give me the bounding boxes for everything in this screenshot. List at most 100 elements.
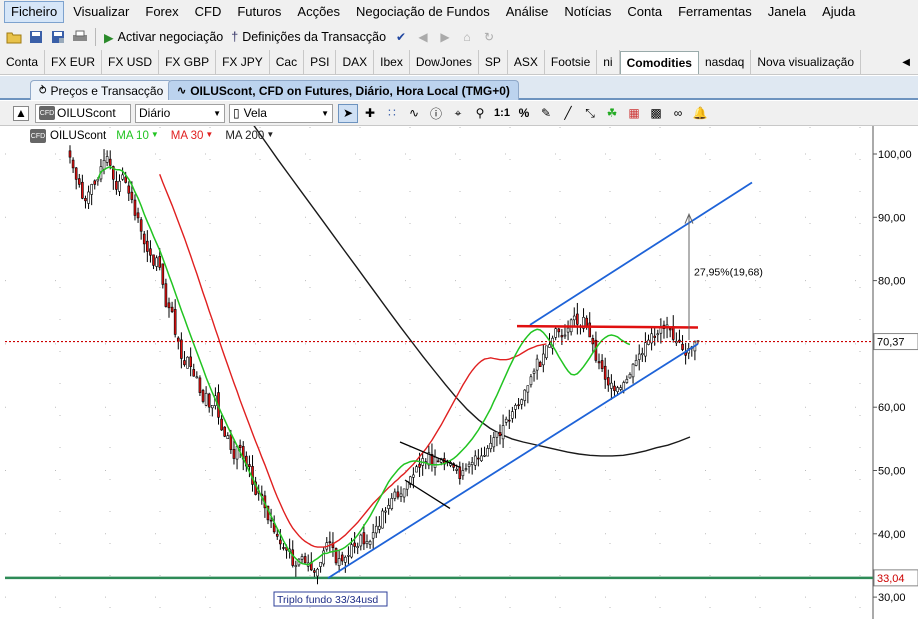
candle-body: [71, 159, 75, 169]
instrument-tab-1[interactable]: FX EUR: [45, 50, 103, 74]
instrument-tab-16[interactable]: Nova visualização: [751, 50, 862, 74]
settings-icon: †: [231, 30, 239, 44]
candle-body: [102, 160, 106, 170]
menu-item-10[interactable]: Ferramentas: [671, 1, 759, 23]
menu-item-11[interactable]: Janela: [761, 1, 813, 23]
candle-body: [390, 498, 394, 510]
candle-body: [180, 339, 183, 359]
home-icon[interactable]: ⌂: [458, 28, 476, 46]
instrument-tab-12[interactable]: Footsie: [545, 50, 598, 74]
info-icon[interactable]: ⓘ: [426, 104, 446, 123]
refresh-icon[interactable]: ↻: [480, 28, 498, 46]
candle-body: [526, 385, 530, 393]
zoom-icon[interactable]: ⚲: [470, 104, 490, 123]
menu-item-12[interactable]: Ajuda: [815, 1, 862, 23]
chart-background: [0, 126, 918, 619]
instrument-tab-15[interactable]: nasdaq: [699, 50, 752, 74]
instrument-tab-8[interactable]: Ibex: [374, 50, 410, 74]
legend-ma10[interactable]: MA 10 ▼: [116, 130, 167, 142]
compare-icon[interactable]: ▦: [624, 104, 644, 123]
candle-body: [232, 449, 236, 459]
instrument-tab-5[interactable]: Cac: [270, 50, 305, 74]
candle-body: [393, 491, 397, 499]
resistance-line[interactable]: [516, 324, 699, 329]
cfd-badge: CFD: [30, 129, 46, 143]
indicator-icon[interactable]: ∿: [404, 104, 424, 123]
back-icon[interactable]: ◀: [414, 28, 432, 46]
scale-button[interactable]: 1:1: [492, 104, 512, 123]
candle-body: [554, 328, 557, 338]
draw-line-icon[interactable]: ╱: [558, 104, 578, 123]
instrument-tab-9[interactable]: DowJones: [410, 50, 479, 74]
candle-body: [124, 176, 127, 183]
template-icon[interactable]: ▩: [646, 104, 666, 123]
instrument-tab-13[interactable]: ni: [597, 50, 620, 74]
fit-icon[interactable]: ⤡: [580, 104, 600, 123]
candle-body: [631, 363, 635, 378]
instrument-tab-0[interactable]: Conta: [0, 50, 46, 74]
menu-item-6[interactable]: Negociação de Fundos: [349, 1, 497, 23]
checkmark-icon[interactable]: ✔: [392, 28, 410, 46]
candle-body: [387, 505, 390, 509]
instrument-field[interactable]: CFD OILUScont: [35, 103, 131, 123]
alert-icon[interactable]: 🔔: [690, 104, 710, 123]
menu-item-0[interactable]: Ficheiro: [4, 1, 65, 23]
instrument-tab-3[interactable]: FX GBP: [159, 50, 217, 74]
open-folder-icon[interactable]: [5, 28, 23, 46]
chart-type-select[interactable]: ▯ Vela ▼: [229, 103, 333, 123]
chevron-down-icon: ▼: [213, 108, 221, 118]
instrument-tab-4[interactable]: FX JPY: [216, 50, 270, 74]
instrument-tab-7[interactable]: DAX: [336, 50, 375, 74]
candle-body: [353, 542, 356, 547]
instrument-tab-11[interactable]: ASX: [508, 50, 545, 74]
save-as-icon[interactable]: [49, 28, 67, 46]
candle-body: [486, 448, 489, 457]
activate-trading-label: Activar negociação: [117, 30, 224, 44]
price-tick-label: 90,00: [878, 212, 906, 224]
color-icon[interactable]: ☘: [602, 104, 622, 123]
print-icon[interactable]: [71, 28, 89, 46]
tab-prices[interactable]: ⥁ Preços e Transacção: [30, 80, 173, 100]
ruler-icon[interactable]: ✎: [536, 104, 556, 123]
legend-ma200[interactable]: MA 200 ▼: [225, 130, 282, 142]
grid-icon[interactable]: ∷: [382, 104, 402, 123]
menu-item-3[interactable]: CFD: [188, 1, 229, 23]
candle-body: [399, 493, 403, 497]
candle-body: [656, 333, 660, 336]
instrument-tab-14[interactable]: Comodities: [619, 51, 699, 74]
menu-item-4[interactable]: Futuros: [230, 1, 288, 23]
collapse-toolbar-icon[interactable]: ▲: [13, 105, 29, 121]
save-icon[interactable]: [27, 28, 45, 46]
candle-body: [455, 468, 459, 471]
trade-settings-label: Definições da Transacção: [242, 30, 387, 44]
cursor-icon[interactable]: ➤: [338, 103, 358, 123]
candle-body: [207, 393, 211, 408]
forward-icon[interactable]: ▶: [436, 28, 454, 46]
period-select[interactable]: Diário ▼: [135, 103, 225, 123]
menu-item-9[interactable]: Conta: [620, 1, 669, 23]
price-chart[interactable]: 100,0090,0080,0070,0060,0050,0040,0030,0…: [0, 126, 918, 619]
activate-trading-button[interactable]: ▶ Activar negociação: [104, 30, 223, 45]
instrument-tab-10[interactable]: SP: [479, 50, 508, 74]
candle-body: [610, 382, 613, 389]
menu-item-7[interactable]: Análise: [499, 1, 556, 23]
menu-item-8[interactable]: Notícias: [557, 1, 618, 23]
legend-ma30[interactable]: MA 30 ▼: [171, 130, 222, 142]
percent-button[interactable]: %: [514, 104, 534, 123]
instrument-tab-6[interactable]: PSI: [304, 50, 337, 74]
candle-body: [597, 361, 601, 364]
menu-item-2[interactable]: Forex: [138, 1, 185, 23]
candle-body: [641, 353, 644, 356]
instrument-tab-2[interactable]: FX USD: [102, 50, 160, 74]
trade-settings-button[interactable]: † Definições da Transacção: [231, 30, 386, 44]
menu-item-5[interactable]: Acções: [290, 1, 347, 23]
menu-item-1[interactable]: Visualizar: [66, 1, 136, 23]
link-icon[interactable]: ∞: [668, 104, 688, 123]
zoom-area-icon[interactable]: ⌖: [448, 104, 468, 123]
tab-chart[interactable]: ∿ OILUScont, CFD on Futures, Diário, Hor…: [168, 80, 519, 100]
crosshair-icon[interactable]: ✚: [360, 104, 380, 123]
candle-body: [344, 556, 347, 563]
scroll-tabs-icon[interactable]: ◀: [894, 50, 918, 74]
candle-body: [538, 361, 542, 367]
candle-body: [211, 405, 214, 409]
